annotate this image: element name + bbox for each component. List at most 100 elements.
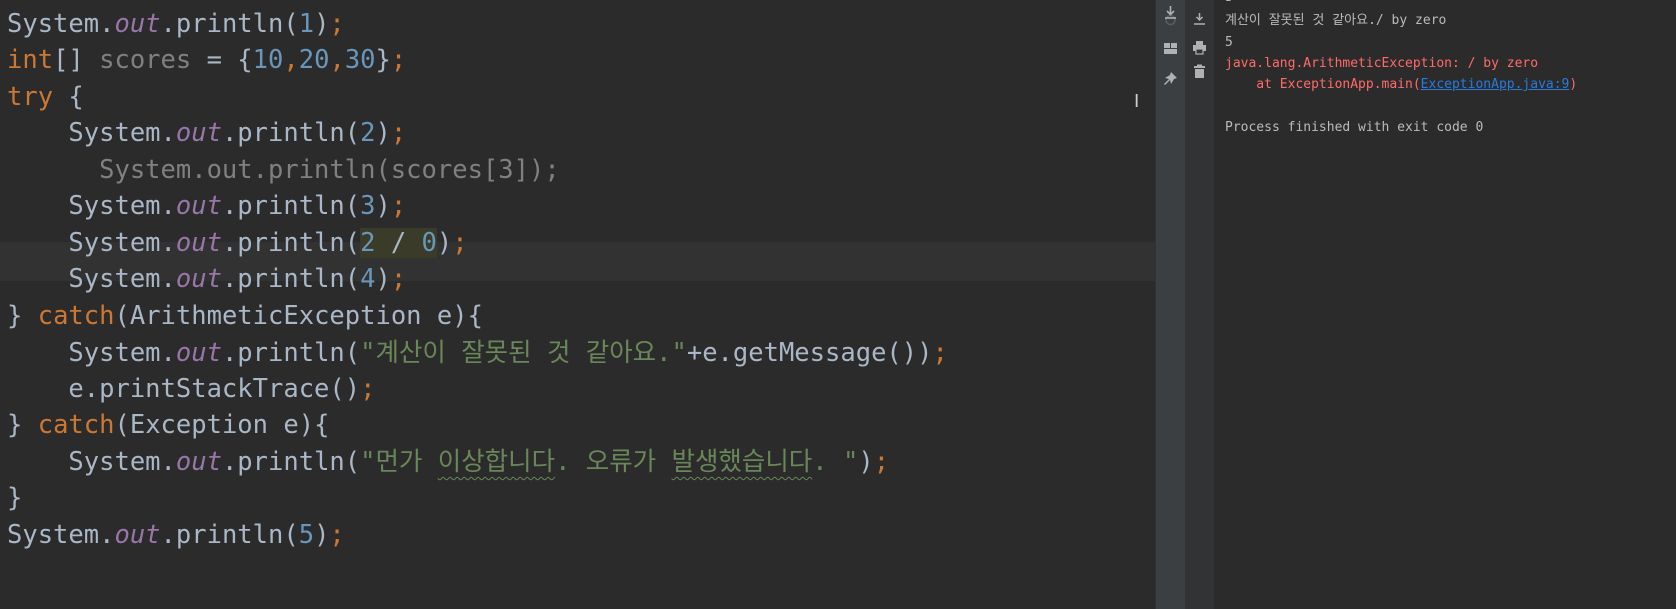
- code-token: }: [7, 483, 23, 513]
- code-token: "계산이 잘못된 것 같아요.": [360, 338, 687, 368]
- print-icon[interactable]: [1192, 40, 1207, 55]
- code-token: /: [375, 228, 422, 258]
- code-line[interactable]: System.out.println(4);: [7, 260, 406, 299]
- code-line[interactable]: System.out.println(3);: [7, 187, 406, 226]
- code-line[interactable]: System.out.println(1);: [7, 5, 345, 44]
- code-line[interactable]: System.out.println(2 / 0);: [7, 224, 468, 263]
- code-token: (Exception e){: [114, 410, 330, 440]
- code-line[interactable]: e.printStackTrace();: [7, 370, 375, 409]
- code-token: System.: [7, 264, 176, 294]
- stack-trace-line: at ExceptionApp.main(ExceptionApp.java:9…: [1225, 75, 1577, 95]
- code-token: ;: [390, 191, 407, 221]
- code-token: .println(: [160, 9, 299, 39]
- code-line[interactable]: System.out.println(scores[3]);: [7, 151, 560, 190]
- code-token: catch: [37, 301, 115, 331]
- code-token: 30: [344, 45, 376, 75]
- code-line[interactable]: } catch(ArithmeticException e){: [7, 297, 483, 336]
- code-token: .println(: [221, 338, 361, 368]
- code-token: (ArithmeticException e){: [114, 301, 483, 331]
- code-token: ): [375, 118, 391, 148]
- code-token: System.: [7, 338, 176, 368]
- code-token: .println(: [221, 447, 361, 477]
- code-token: out: [175, 338, 222, 368]
- code-token: }: [7, 301, 38, 331]
- stack-trace-link[interactable]: ExceptionApp.java:9: [1421, 77, 1570, 92]
- code-token: }: [7, 410, 38, 440]
- code-token: 5: [298, 520, 315, 550]
- code-token: ;: [390, 118, 407, 148]
- run-console-output[interactable]: 3 계산이 잘못된 것 같아요./ by zero 5 java.lang.Ar…: [1214, 0, 1676, 609]
- code-token: ): [314, 9, 330, 39]
- code-token: ): [375, 191, 391, 221]
- code-token: System.: [7, 191, 176, 221]
- code-line[interactable]: int[] scores = {10,20,30};: [7, 41, 406, 80]
- code-line[interactable]: System.out.println("먼가 이상합니다. 오류가 발생했습니다…: [7, 443, 889, 482]
- code-token: ;: [873, 447, 890, 477]
- code-token: 20: [298, 45, 330, 75]
- code-token: ;: [360, 374, 376, 404]
- code-token: 이상합니다: [437, 447, 556, 477]
- code-line[interactable]: System.out.println("계산이 잘못된 것 같아요."+e.ge…: [7, 334, 948, 373]
- code-token: .println(: [221, 264, 361, 294]
- code-token: .println(: [160, 520, 299, 550]
- trash-icon[interactable]: [1192, 64, 1207, 79]
- text-cursor-icon: I: [1134, 91, 1140, 112]
- print-icon[interactable]: [157, 36, 174, 53]
- code-token: ): [314, 520, 330, 550]
- code-token: System.: [7, 118, 176, 148]
- code-token: .println(: [221, 228, 361, 258]
- code-token: 2: [360, 118, 376, 148]
- code-editor[interactable]: System.out.println(1); int[] scores = {10…: [0, 0, 1155, 609]
- code-line[interactable]: } catch(Exception e){: [7, 406, 329, 445]
- code-token: . ": [812, 447, 859, 477]
- stack-trace-prefix: at ExceptionApp.main(: [1225, 77, 1421, 92]
- code-token: []: [53, 45, 100, 75]
- console-toolbar: [1155, 0, 1185, 609]
- code-token: 0: [421, 228, 437, 258]
- code-token: .println(: [221, 118, 361, 148]
- exception-message: java.lang.ArithmeticException: / by zero: [1225, 56, 1539, 71]
- code-token: e.printStackTrace(): [7, 374, 361, 404]
- code-token: ;: [390, 45, 407, 75]
- code-token: .println(: [221, 191, 361, 221]
- code-line[interactable]: System.out.println(5);: [7, 516, 345, 555]
- stack-trace-suffix: ): [1569, 77, 1578, 92]
- console-line: 계산이 잘못된 것 같아요./ by zero: [1225, 13, 1447, 28]
- code-token: ;: [329, 520, 345, 550]
- code-token: +e.getMessage()): [686, 338, 933, 368]
- code-token: out: [175, 264, 222, 294]
- scroll-to-end-icon[interactable]: [1192, 12, 1207, 27]
- code-token: ;: [390, 264, 407, 294]
- code-token: ,: [283, 45, 299, 75]
- code-token: ;: [452, 228, 468, 258]
- code-token: System.: [7, 447, 176, 477]
- code-line[interactable]: }: [7, 479, 22, 518]
- code-token: System.: [7, 228, 176, 258]
- code-token: ;: [932, 338, 948, 368]
- code-token: . 오류가: [555, 447, 672, 477]
- code-line[interactable]: System.out.println(2);: [7, 114, 406, 153]
- pin-icon[interactable]: [1162, 70, 1179, 87]
- code-token: scores: [99, 45, 192, 75]
- code-line[interactable]: try {: [7, 78, 84, 117]
- code-token: System.: [7, 520, 115, 550]
- code-token: ): [375, 264, 391, 294]
- code-token: try: [7, 82, 54, 112]
- code-token: ): [436, 228, 453, 258]
- scroll-to-end-icon[interactable]: [1162, 5, 1179, 22]
- code-token: out: [114, 520, 161, 550]
- process-finished-message: Process finished with exit code 0: [1225, 120, 1484, 135]
- code-token: out: [175, 447, 222, 477]
- console-line: 5: [1225, 35, 1233, 50]
- code-token: 4: [360, 264, 376, 294]
- console-line: 3: [1225, 0, 1233, 8]
- code-token: catch: [37, 410, 115, 440]
- console-gutter: [1185, 0, 1214, 609]
- code-token: 10: [252, 45, 284, 75]
- code-token: 3: [360, 191, 376, 221]
- code-token: ,: [329, 45, 345, 75]
- code-token: out: [175, 228, 222, 258]
- code-token: 1: [298, 9, 315, 39]
- code-token: int: [7, 45, 54, 75]
- layout-icon[interactable]: [1162, 40, 1179, 57]
